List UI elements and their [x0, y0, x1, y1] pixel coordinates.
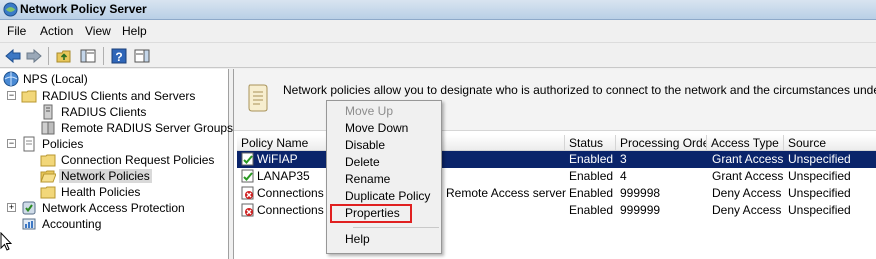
menu-help[interactable]: Help	[122, 24, 147, 38]
cell-access-type: Grant Access	[712, 169, 784, 183]
server-group-icon	[41, 121, 55, 135]
menu-item-disable[interactable]: Disable	[329, 137, 439, 154]
cell-access-type: Deny Access	[712, 186, 782, 200]
cell-processing-order: 999998	[620, 186, 661, 200]
policies-document-icon	[23, 136, 35, 152]
server-icon	[43, 104, 53, 120]
policy-deny-icon	[241, 203, 254, 217]
tree-label: NPS (Local)	[23, 72, 88, 86]
column-header-status[interactable]: Status	[565, 135, 616, 151]
tree-label: RADIUS Clients and Servers	[42, 89, 196, 103]
tree-label: Policies	[42, 137, 84, 151]
policy-enabled-icon	[241, 152, 254, 166]
nps-app-icon	[3, 2, 18, 17]
cell-policy-name-tail: Remote Access server	[446, 186, 567, 200]
tree-label: Accounting	[42, 217, 102, 231]
menu-item-rename[interactable]: Rename	[329, 171, 439, 188]
collapse-toggle[interactable]: −	[7, 139, 16, 148]
collapse-toggle[interactable]: −	[7, 91, 16, 100]
cell-policy-name: LANAP35	[257, 169, 310, 183]
toolbar-separator	[103, 47, 104, 65]
menu-item-move-up[interactable]: Move Up	[329, 103, 439, 120]
show-action-pane-icon[interactable]	[133, 47, 151, 65]
menu-item-duplicate-policy[interactable]: Duplicate Policy	[329, 188, 439, 205]
open-folder-icon	[40, 170, 56, 183]
tree-label: Network Policies	[59, 169, 152, 183]
menu-view[interactable]: View	[85, 24, 111, 38]
column-header-access-type[interactable]: Access Type	[707, 135, 784, 151]
banner-description: Network policies allow you to designate …	[283, 83, 876, 97]
expand-toggle[interactable]: +	[7, 203, 16, 212]
menu-bar: File Action View Help	[0, 21, 876, 41]
cell-access-type: Deny Access	[712, 203, 782, 217]
toolbar: ?	[0, 42, 876, 68]
tree-label: Connection Request Policies	[61, 153, 215, 167]
menu-item-move-down[interactable]: Move Down	[329, 120, 439, 137]
folder-icon	[40, 154, 56, 167]
policy-enabled-icon	[241, 169, 254, 183]
tree-label: Health Policies	[61, 185, 141, 199]
toolbar-separator	[48, 47, 49, 65]
menu-file[interactable]: File	[7, 24, 26, 38]
cell-processing-order: 4	[620, 169, 627, 183]
title-bar: Network Policy Server	[0, 0, 876, 20]
menu-item-delete[interactable]: Delete	[329, 154, 439, 171]
cell-processing-order: 3	[620, 152, 627, 166]
help-icon[interactable]: ?	[110, 47, 128, 65]
column-header-source[interactable]: Source	[784, 135, 876, 151]
menu-action[interactable]: Action	[40, 24, 73, 38]
menu-item-properties[interactable]: Properties	[330, 204, 412, 223]
console-tree: NPS (Local) − RADIUS Clients and Servers…	[0, 69, 233, 259]
back-arrow-icon[interactable]	[4, 47, 22, 65]
nps-globe-icon	[3, 71, 19, 87]
cell-source: Unspecified	[788, 203, 851, 217]
tree-label: Remote RADIUS Server Groups	[61, 121, 234, 135]
cell-source: Unspecified	[788, 152, 851, 166]
window-title: Network Policy Server	[20, 2, 147, 16]
context-menu: Move Up Move Down Disable Delete Rename …	[326, 100, 442, 254]
show-hide-console-tree-icon[interactable]	[79, 47, 97, 65]
column-header-processing-order[interactable]: Processing Order	[616, 135, 707, 151]
svg-text:?: ?	[115, 50, 122, 64]
cell-status: Enabled	[569, 152, 614, 166]
cell-policy-name: WiFIAP	[257, 152, 298, 166]
menu-separator	[353, 227, 439, 228]
cell-status: Enabled	[569, 186, 614, 200]
forward-arrow-icon[interactable]	[25, 47, 43, 65]
folder-icon	[40, 186, 56, 199]
folder-icon	[21, 90, 37, 103]
cell-access-type: Grant Access	[712, 152, 784, 166]
scroll-document-icon	[248, 84, 268, 112]
cell-source: Unspecified	[788, 169, 851, 183]
cell-processing-order: 999999	[620, 203, 661, 217]
cell-status: Enabled	[569, 203, 614, 217]
mouse-cursor-icon	[0, 232, 12, 251]
cell-status: Enabled	[569, 169, 614, 183]
tree-label: Network Access Protection	[42, 201, 185, 215]
accounting-icon	[22, 218, 36, 230]
menu-item-help[interactable]: Help	[329, 231, 439, 248]
tree-label: RADIUS Clients	[61, 105, 147, 119]
nap-shield-icon	[22, 201, 36, 215]
cell-source: Unspecified	[788, 186, 851, 200]
policy-deny-icon	[241, 186, 254, 200]
up-folder-icon[interactable]	[55, 47, 73, 65]
